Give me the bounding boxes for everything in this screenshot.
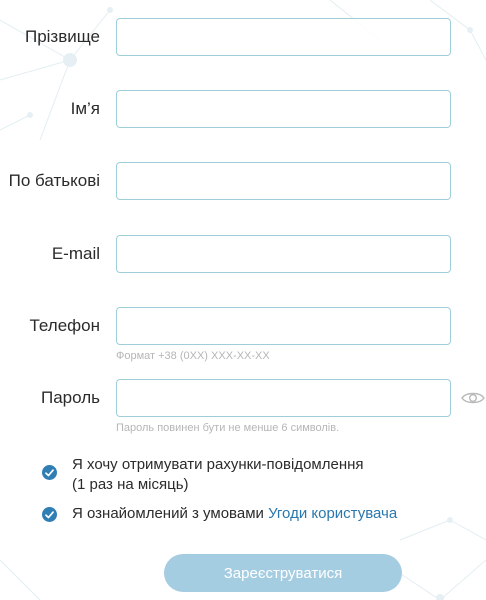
phone-format-hint: Формат +38 (0XX) XXX-XX-XX xyxy=(116,350,270,362)
first-name-label: Ім’я xyxy=(70,99,100,118)
checkbox-row-invoices[interactable]: Я хочу отримувати рахунки-повідомлення (… xyxy=(42,455,482,495)
user-agreement-link[interactable]: Угоди користувача xyxy=(268,505,397,522)
patronymic-label: По батькові xyxy=(8,171,100,190)
field-row-password: Пароль xyxy=(0,379,486,417)
email-label: E-mail xyxy=(51,244,100,263)
first-name-input[interactable] xyxy=(116,90,451,128)
field-row-patronymic: По батькові xyxy=(0,162,486,200)
field-row-first-name: Ім’я xyxy=(0,90,486,128)
checkbox-invoices-line1: Я хочу отримувати рахунки-повідомлення xyxy=(72,456,364,473)
checkmark-icon xyxy=(45,468,54,476)
surname-label: Прізвище xyxy=(24,27,100,46)
password-length-hint: Пароль повинен бути не менше 6 символів. xyxy=(116,422,340,434)
surname-input[interactable] xyxy=(116,18,451,56)
password-input[interactable] xyxy=(116,379,451,417)
field-row-surname: Прізвище xyxy=(0,18,486,56)
phone-label: Телефон xyxy=(29,316,100,335)
checkbox-invoices-line2: (1 раз на місяць) xyxy=(72,476,189,493)
eye-icon[interactable] xyxy=(461,390,485,406)
checkbox-terms-label: Я ознайомлений з умовами Угоди користува… xyxy=(72,504,397,524)
register-button[interactable]: Зареєструватися xyxy=(164,554,402,592)
patronymic-input[interactable] xyxy=(116,162,451,200)
checkbox-invoices-label: Я хочу отримувати рахунки-повідомлення (… xyxy=(72,455,364,495)
phone-input[interactable] xyxy=(116,307,451,345)
terms-text: Я ознайомлений з умовами xyxy=(72,505,269,522)
checkbox-terms[interactable] xyxy=(42,507,57,522)
registration-form: Прізвище Ім’я По батькові E-mail Телефон… xyxy=(0,0,486,600)
checkbox-invoices[interactable] xyxy=(42,465,57,480)
field-row-phone: Телефон xyxy=(0,307,486,345)
checkmark-icon xyxy=(45,510,54,518)
field-row-email: E-mail xyxy=(0,235,486,273)
password-label: Пароль xyxy=(41,388,100,407)
email-input[interactable] xyxy=(116,235,451,273)
checkbox-row-terms[interactable]: Я ознайомлений з умовами Угоди користува… xyxy=(42,504,482,526)
